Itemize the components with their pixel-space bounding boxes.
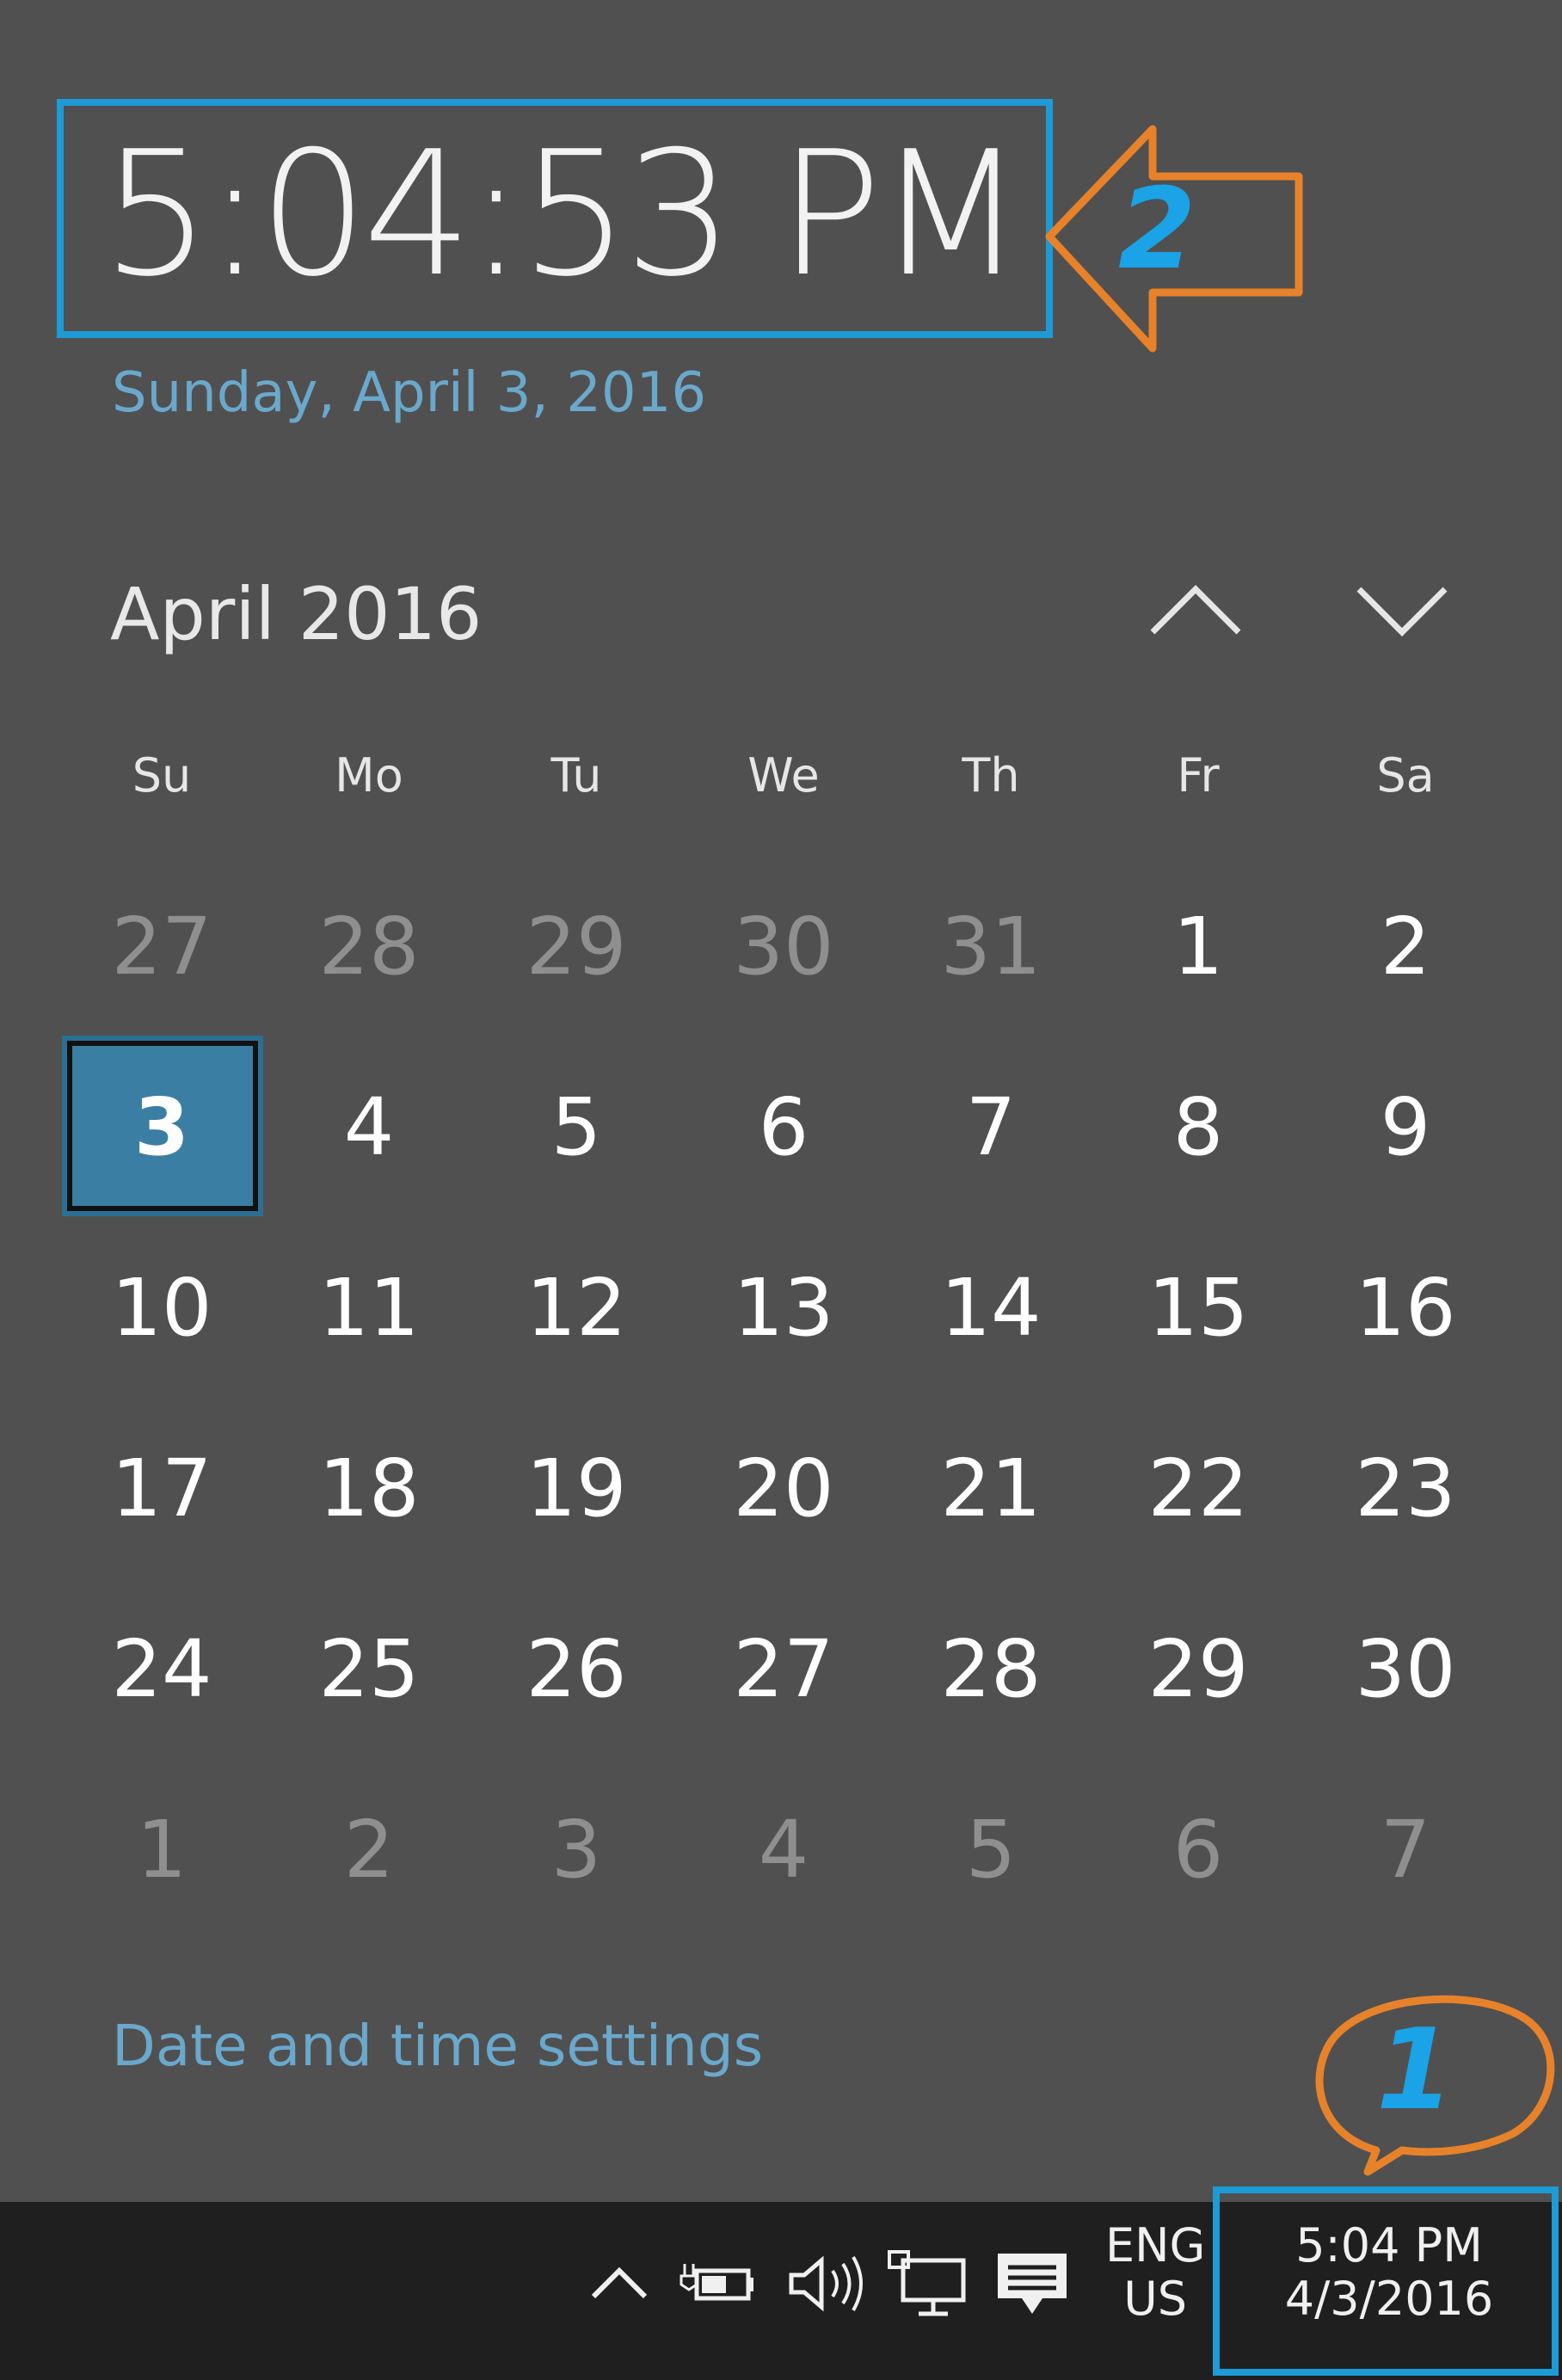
calendar-day[interactable]: 1 bbox=[1112, 907, 1284, 987]
calendar-day[interactable]: 13 bbox=[698, 1269, 870, 1348]
calendar-day[interactable]: 28 bbox=[283, 907, 455, 987]
calendar-day[interactable]: 18 bbox=[283, 1449, 455, 1528]
weekday-header: Fr bbox=[1177, 748, 1220, 803]
calendar-day[interactable]: 3 bbox=[490, 1811, 662, 1890]
calendar-day[interactable]: 29 bbox=[490, 907, 662, 987]
chevron-down-icon bbox=[1356, 587, 1448, 637]
calendar-day[interactable]: 28 bbox=[905, 1630, 1077, 1709]
battery-power-icon[interactable] bbox=[680, 2245, 757, 2322]
weekday-header: Mo bbox=[335, 748, 403, 803]
weekday-header: Su bbox=[132, 748, 192, 803]
annotation-label-2: 2 bbox=[1118, 163, 1196, 294]
weekday-header: Sa bbox=[1376, 748, 1435, 803]
annotation-box-2 bbox=[57, 99, 1053, 338]
calendar-day[interactable]: 2 bbox=[1319, 907, 1491, 987]
calendar-day[interactable]: 23 bbox=[1319, 1449, 1491, 1528]
calendar-day[interactable]: 11 bbox=[283, 1269, 455, 1348]
date-time-settings-link[interactable]: Date and time settings bbox=[112, 2013, 763, 2079]
calendar-day[interactable]: 6 bbox=[698, 1088, 870, 1167]
calendar-day[interactable]: 16 bbox=[1319, 1269, 1491, 1348]
calendar-day[interactable]: 22 bbox=[1112, 1449, 1284, 1528]
calendar-day[interactable]: 1 bbox=[76, 1811, 248, 1890]
action-center-icon[interactable] bbox=[989, 2245, 1075, 2322]
annotation-label-1: 1 bbox=[1376, 2004, 1454, 2135]
calendar-day[interactable]: 31 bbox=[905, 907, 1077, 987]
full-date-link[interactable]: Sunday, April 3, 2016 bbox=[112, 361, 706, 425]
calendar-flyout: 5:04:53 PM 2 Sunday, April 3, 2016 April… bbox=[0, 0, 1562, 2202]
weekday-header: Tu bbox=[550, 748, 602, 803]
input-language-indicator[interactable]: ENG US bbox=[1105, 2218, 1206, 2327]
weekday-header: Th bbox=[962, 748, 1020, 803]
calendar-day[interactable]: 12 bbox=[490, 1269, 662, 1348]
calendar-day[interactable]: 29 bbox=[1112, 1630, 1284, 1709]
calendar-day[interactable]: 5 bbox=[490, 1088, 662, 1167]
calendar-day[interactable]: 30 bbox=[1319, 1630, 1491, 1709]
calendar-day[interactable]: 5 bbox=[905, 1811, 1077, 1890]
calendar-day[interactable]: 24 bbox=[76, 1630, 248, 1709]
calendar-day[interactable]: 15 bbox=[1112, 1269, 1284, 1348]
chevron-up-icon bbox=[1150, 585, 1241, 635]
calendar-day[interactable]: 14 bbox=[905, 1269, 1077, 1348]
calendar-day[interactable]: 26 bbox=[490, 1630, 662, 1709]
region-code: US bbox=[1123, 2272, 1188, 2327]
calendar-day[interactable]: 19 bbox=[490, 1449, 662, 1528]
annotation-box-1 bbox=[1213, 2186, 1559, 2376]
calendar-day[interactable]: 9 bbox=[1319, 1088, 1491, 1167]
calendar-day[interactable]: 6 bbox=[1112, 1811, 1284, 1890]
calendar-day[interactable]: 21 bbox=[905, 1449, 1077, 1528]
calendar-day[interactable]: 27 bbox=[76, 907, 248, 987]
calendar-day[interactable]: 2 bbox=[283, 1811, 455, 1890]
calendar-day[interactable]: 3 bbox=[76, 1088, 248, 1167]
calendar-day[interactable]: 4 bbox=[698, 1811, 870, 1890]
calendar-day[interactable]: 7 bbox=[905, 1088, 1077, 1167]
previous-month-button[interactable] bbox=[1135, 559, 1256, 662]
calendar-day[interactable]: 7 bbox=[1319, 1811, 1491, 1890]
calendar-day[interactable]: 25 bbox=[283, 1630, 455, 1709]
calendar-day[interactable]: 17 bbox=[76, 1449, 248, 1528]
calendar-day[interactable]: 4 bbox=[283, 1088, 455, 1167]
weekday-header: We bbox=[747, 748, 820, 803]
calendar-day[interactable]: 20 bbox=[698, 1449, 870, 1528]
calendar-day[interactable]: 10 bbox=[76, 1269, 248, 1348]
calendar-day[interactable]: 8 bbox=[1112, 1088, 1284, 1167]
next-month-button[interactable] bbox=[1342, 559, 1462, 662]
month-title[interactable]: April 2016 bbox=[110, 572, 482, 656]
chevron-up-icon[interactable] bbox=[585, 2245, 654, 2322]
calendar-day[interactable]: 27 bbox=[698, 1630, 870, 1709]
volume-icon[interactable] bbox=[783, 2245, 869, 2322]
network-icon[interactable] bbox=[886, 2245, 972, 2322]
language-code: ENG bbox=[1105, 2218, 1206, 2272]
calendar-day[interactable]: 30 bbox=[698, 907, 870, 987]
